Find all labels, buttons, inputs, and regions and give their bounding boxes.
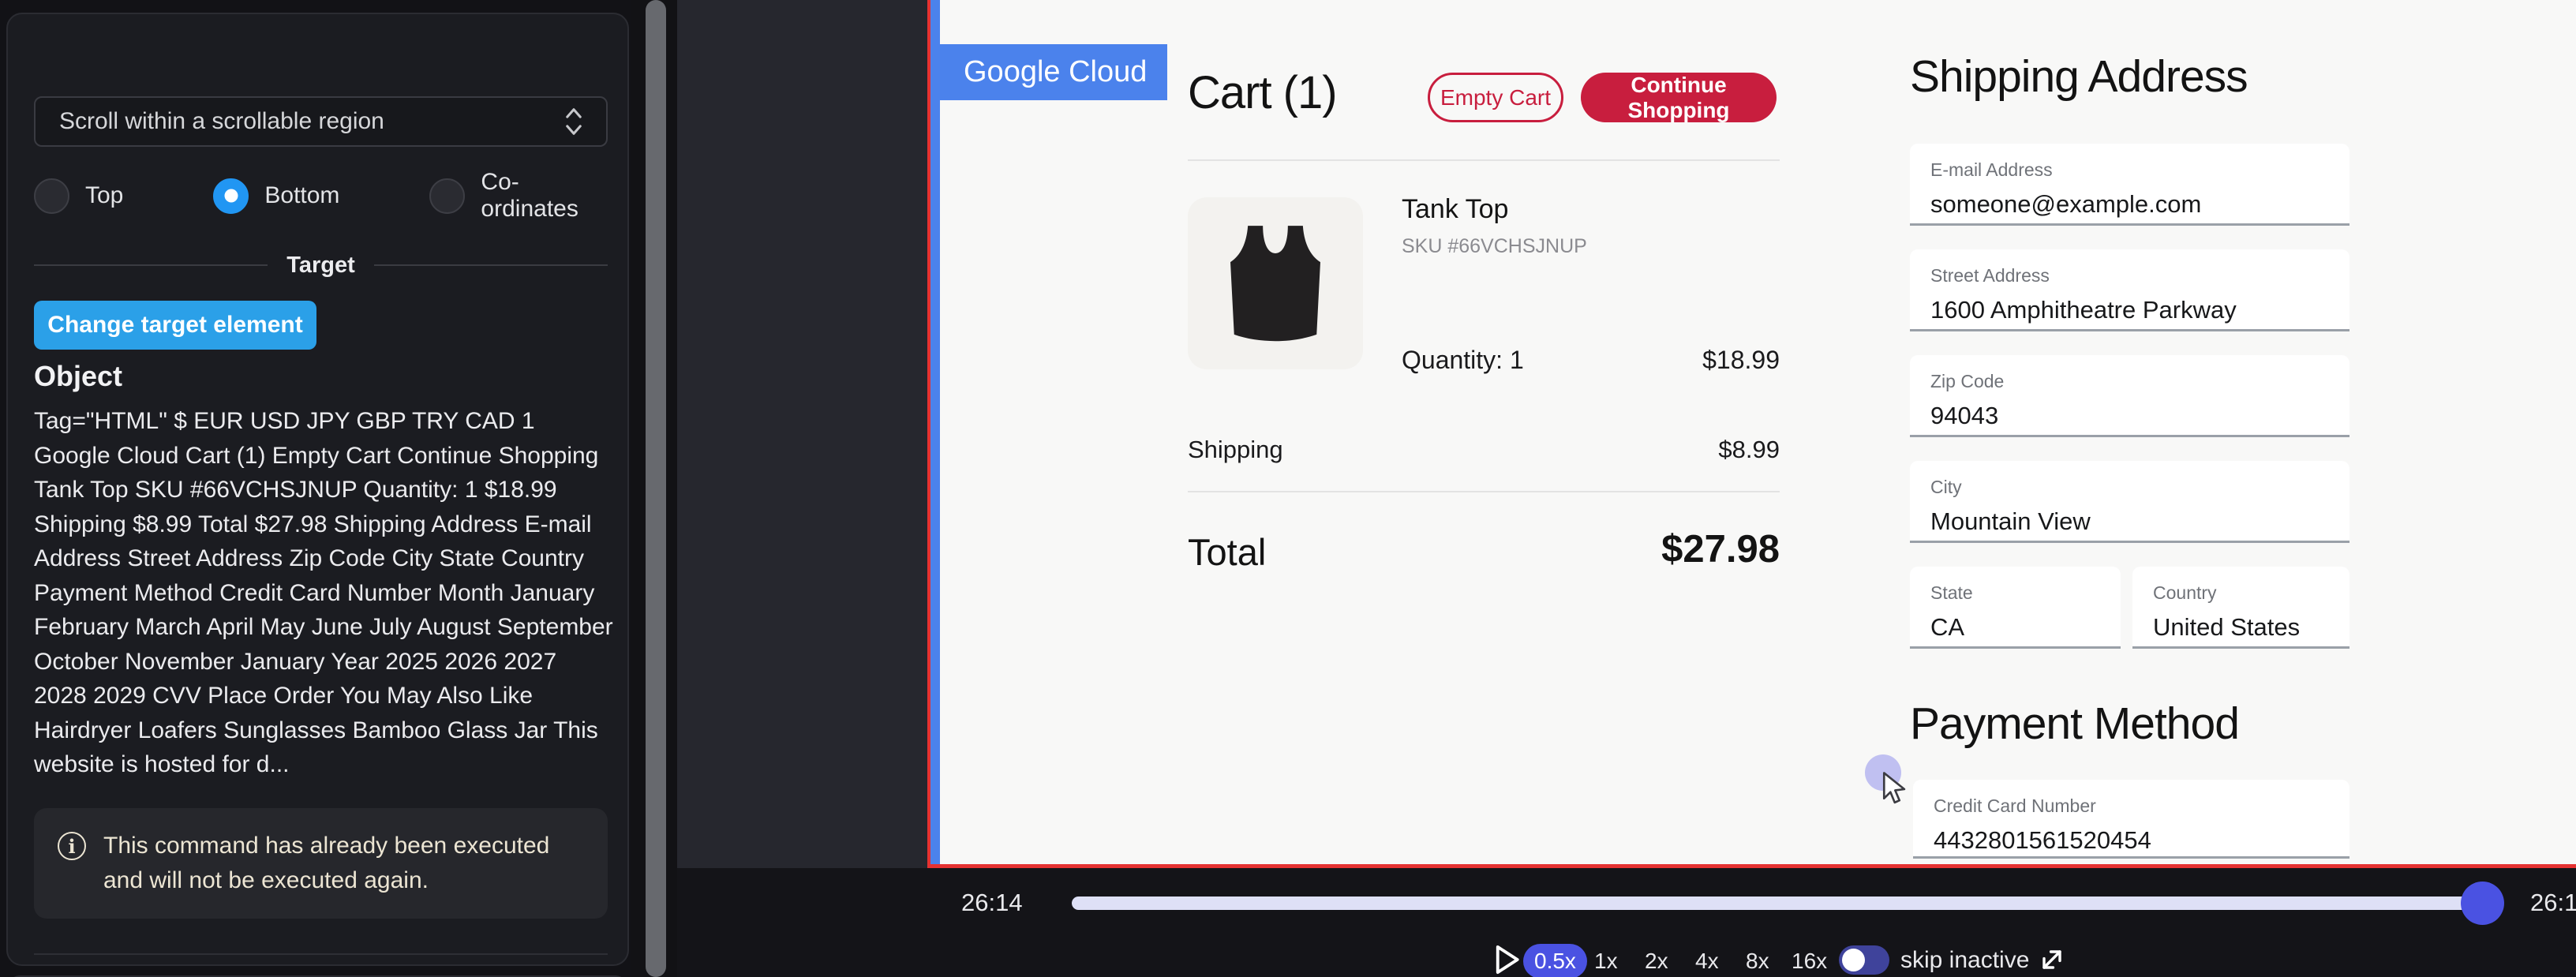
seek-bar[interactable] xyxy=(1072,897,2483,910)
total-label: Total xyxy=(1188,530,1266,574)
total-value: $27.98 xyxy=(1543,527,1780,571)
target-section-divider: Target xyxy=(34,251,608,279)
end-time: 26:1 xyxy=(2530,889,2576,917)
notice-text: This command has already been executed a… xyxy=(103,829,584,898)
divider-line xyxy=(374,264,608,266)
city-field-value: Mountain View xyxy=(1930,507,2329,536)
info-icon: i xyxy=(58,832,86,860)
scroll-position-radio-group: Top Bottom Co-ordinates xyxy=(34,169,608,223)
country-field-label: Country xyxy=(2153,582,2329,604)
sidebar-bottom-divider xyxy=(34,953,608,955)
shipping-address-heading: Shipping Address xyxy=(1910,51,2248,103)
select-updown-icon xyxy=(562,106,586,137)
product-sku: SKU #66VCHSJNUP xyxy=(1402,235,1587,258)
cart-title: Cart (1) xyxy=(1188,66,1337,119)
command-executed-notice: i This command has already been executed… xyxy=(34,808,608,919)
shipping-cost-value: $8.99 xyxy=(1622,436,1780,464)
product-quantity: Quantity: 1 xyxy=(1402,346,1524,375)
toggle-knob xyxy=(1842,949,1865,971)
zip-field-value: 94043 xyxy=(1930,402,2329,430)
radio-coordinates-label: Co-ordinates xyxy=(481,169,608,223)
email-field-label: E-mail Address xyxy=(1930,159,2329,181)
country-field-value: United States xyxy=(2153,613,2329,642)
seek-playhead[interactable] xyxy=(2461,882,2504,925)
card-field-value: 4432801561520454 xyxy=(1934,826,2329,855)
cart-header-divider xyxy=(1188,159,1780,161)
object-heading: Object xyxy=(34,360,122,393)
state-field[interactable]: State CA xyxy=(1910,567,2121,649)
page-scrollbar-highlight xyxy=(930,0,940,864)
email-field-value: someone@example.com xyxy=(1930,190,2329,219)
site-badge: Google Cloud xyxy=(940,44,1167,100)
action-type-select[interactable]: Scroll within a scrollable region xyxy=(34,96,608,147)
expand-icon xyxy=(2036,944,2068,975)
speed-2x-button[interactable]: 2x xyxy=(1634,944,1679,977)
street-field-value: 1600 Amphitheatre Parkway xyxy=(1930,296,2329,324)
email-field[interactable]: E-mail Address someone@example.com xyxy=(1910,144,2349,226)
speed-16x-button[interactable]: 16x xyxy=(1780,944,1838,977)
speed-1x-button[interactable]: 1x xyxy=(1583,944,1629,977)
session-replay-app: Scroll within a scrollable region Top Bo… xyxy=(0,0,2576,977)
zip-field-label: Zip Code xyxy=(1930,371,2329,392)
tank-top-graphic xyxy=(1200,208,1350,358)
action-type-value: Scroll within a scrollable region xyxy=(59,108,384,135)
speed-8x-button[interactable]: 8x xyxy=(1735,944,1780,977)
change-target-button[interactable]: Change target element xyxy=(34,301,316,350)
play-icon xyxy=(1488,942,1523,977)
mouse-cursor-icon xyxy=(1879,772,1908,807)
radio-coordinates-circle[interactable] xyxy=(429,178,465,214)
payment-method-heading: Payment Method xyxy=(1910,698,2239,750)
radio-top-label: Top xyxy=(85,182,123,209)
zip-code-field[interactable]: Zip Code 94043 xyxy=(1910,355,2349,437)
empty-cart-button[interactable]: Empty Cart xyxy=(1428,73,1563,122)
product-image-tank-top xyxy=(1188,197,1363,369)
play-button[interactable] xyxy=(1488,942,1523,977)
credit-card-number-field[interactable]: Credit Card Number 4432801561520454 xyxy=(1913,780,2349,859)
skip-inactive-label: skip inactive xyxy=(1900,947,2029,974)
speed-0-5x-button[interactable]: 0.5x xyxy=(1523,944,1587,977)
current-time: 26:14 xyxy=(961,889,1023,917)
radio-bottom[interactable]: Bottom xyxy=(213,178,339,214)
street-field-label: Street Address xyxy=(1930,265,2329,286)
radio-bottom-label: Bottom xyxy=(264,182,339,209)
radio-coordinates[interactable]: Co-ordinates xyxy=(429,169,608,223)
street-address-field[interactable]: Street Address 1600 Amphitheatre Parkway xyxy=(1910,249,2349,331)
object-description-text: Tag="HTML" $ EUR USD JPY GBP TRY CAD 1 G… xyxy=(34,404,613,782)
radio-top[interactable]: Top xyxy=(34,178,123,214)
radio-top-circle[interactable] xyxy=(34,178,69,214)
shipping-cost-label: Shipping xyxy=(1188,436,1283,464)
target-section-label: Target xyxy=(286,253,354,279)
pane-splitter-handle[interactable] xyxy=(646,0,666,977)
state-field-label: State xyxy=(1930,582,2100,604)
replayed-webpage: Google Cloud Cart (1) Empty Cart Continu… xyxy=(940,0,2576,864)
totals-divider xyxy=(1188,491,1780,492)
product-price: $18.99 xyxy=(1622,346,1780,375)
command-detail-panel: Scroll within a scrollable region Top Bo… xyxy=(6,13,629,966)
product-name: Tank Top xyxy=(1402,194,1508,225)
divider-line xyxy=(34,264,268,266)
country-field[interactable]: Country United States xyxy=(2132,567,2349,649)
radio-bottom-circle[interactable] xyxy=(213,178,249,214)
state-field-value: CA xyxy=(1930,613,2100,642)
card-field-label: Credit Card Number xyxy=(1934,795,2329,817)
skip-inactive-toggle[interactable] xyxy=(1839,945,1889,975)
speed-4x-button[interactable]: 4x xyxy=(1684,944,1730,977)
fullscreen-button[interactable] xyxy=(2036,944,2068,975)
city-field-label: City xyxy=(1930,477,2329,498)
city-field[interactable]: City Mountain View xyxy=(1910,461,2349,543)
continue-shopping-button[interactable]: Continue Shopping xyxy=(1581,73,1777,122)
